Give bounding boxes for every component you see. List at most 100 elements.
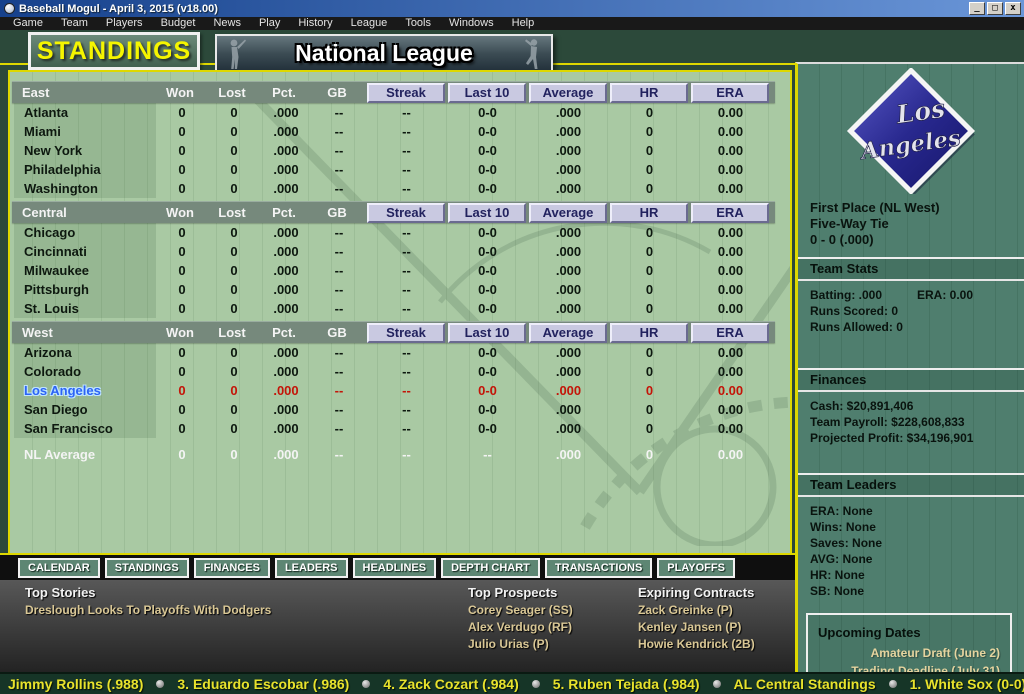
team-name[interactable]: San Francisco <box>14 419 156 438</box>
prospect-link[interactable]: Corey Seager (SS) <box>468 602 573 619</box>
standings-panel: East Won Lost Pct. GB Streak Last 10 Average HR E… <box>8 70 792 553</box>
stat-button-hr[interactable]: HR <box>610 202 688 223</box>
close-button[interactable]: x <box>1005 2 1021 15</box>
team-stat-value: 0 <box>230 282 238 297</box>
team-name[interactable]: Chicago <box>14 223 156 242</box>
menu-play[interactable]: Play <box>250 17 289 30</box>
team-stat-value: 0 <box>645 402 654 417</box>
tab-standings[interactable]: STANDINGS <box>104 557 189 578</box>
tab-leaders[interactable]: LEADERS <box>274 557 348 578</box>
menu-players[interactable]: Players <box>97 17 152 30</box>
team-name[interactable]: Los Angeles <box>14 381 156 400</box>
team-stat-value: -- <box>334 364 344 379</box>
tab-playoffs[interactable]: PLAYOFFS <box>657 557 735 578</box>
team-stat-value: 0.00 <box>717 263 744 278</box>
team-row-san-diego: San Diego 0 0 .000 -- -- 0-0 .000 0 0.00 <box>10 400 790 419</box>
team-stat-value: .000 <box>555 282 582 297</box>
team-stat-value: 0-0 <box>478 162 497 177</box>
ticker-item[interactable]: Jimmy Rollins (.988) <box>8 676 143 692</box>
column-header-pct-: Pct. <box>272 205 296 220</box>
stat-button-streak[interactable]: Streak <box>367 202 445 223</box>
stat-button-era[interactable]: ERA <box>691 202 769 223</box>
tab-depth-chart[interactable]: DEPTH CHART <box>441 557 540 578</box>
tab-headlines[interactable]: HEADLINES <box>352 557 437 578</box>
team-name[interactable]: San Diego <box>14 400 156 419</box>
team-name[interactable]: St. Louis <box>14 299 156 318</box>
team-stat-value: 0 <box>230 143 238 158</box>
contract-link[interactable]: Zack Greinke (P) <box>638 602 755 619</box>
ticker-item[interactable]: 1. White Sox (0-0) <box>910 676 1024 692</box>
team-stat-value: -- <box>402 383 411 398</box>
team-name[interactable]: Arizona <box>14 343 156 362</box>
news-ticker[interactable]: Jimmy Rollins (.988) 3. Eduardo Escobar (… <box>0 672 1024 694</box>
tab-finances[interactable]: FINANCES <box>193 557 270 578</box>
team-stat-value: 0 <box>178 263 186 278</box>
team-name[interactable]: New York <box>14 141 156 160</box>
team-name[interactable]: Miami <box>14 122 156 141</box>
team-name[interactable]: Cincinnati <box>14 242 156 261</box>
team-stat-value: -- <box>402 244 411 259</box>
menu-news[interactable]: News <box>204 17 250 30</box>
stat-button-average[interactable]: Average <box>529 82 607 103</box>
team-stat-value: -- <box>402 301 411 316</box>
team-name[interactable]: Atlanta <box>14 103 156 122</box>
tabs-strip: CALENDAR STANDINGS FINANCES LEADERS HEADLINE… <box>0 553 795 580</box>
league-banner[interactable]: National League <box>215 34 553 73</box>
team-stat-value: 0.00 <box>717 124 744 139</box>
stat-button-era[interactable]: ERA <box>691 322 769 343</box>
team-row-san-francisco: San Francisco 0 0 .000 -- -- 0-0 .000 0 0.00 <box>10 419 790 438</box>
tab-transactions[interactable]: TRANSACTIONS <box>544 557 653 578</box>
team-stat-value: 0-0 <box>478 301 497 316</box>
top-prospects-column: Top Prospects Corey Seager (SS) Alex Verd… <box>468 585 573 653</box>
menu-league[interactable]: League <box>342 17 397 30</box>
stat-button-hr[interactable]: HR <box>610 82 688 103</box>
maximize-button[interactable]: □ <box>987 2 1003 15</box>
average-row-label: NL Average <box>24 447 96 462</box>
menu-history[interactable]: History <box>289 17 341 30</box>
division-name-label: Central <box>22 205 67 220</box>
team-stat-value: 0.00 <box>717 143 744 158</box>
stat-button-average[interactable]: Average <box>529 322 607 343</box>
menu-windows[interactable]: Windows <box>440 17 503 30</box>
league-title: National League <box>295 40 473 66</box>
ticker-bullet-icon <box>362 680 371 688</box>
team-name[interactable]: Philadelphia <box>14 160 156 179</box>
ticker-item[interactable]: AL Central Standings <box>734 676 876 692</box>
stat-button-hr[interactable]: HR <box>610 322 688 343</box>
menu-tools[interactable]: Tools <box>396 17 440 30</box>
ticker-item[interactable]: 4. Zack Cozart (.984) <box>383 676 518 692</box>
division-name-label: West <box>22 325 53 340</box>
team-stat-value: 0-0 <box>478 421 497 436</box>
ticker-item[interactable]: 3. Eduardo Escobar (.986) <box>177 676 349 692</box>
stat-button-streak[interactable]: Streak <box>367 322 445 343</box>
story-link[interactable]: Dreslough Looks To Playoffs With Dodgers <box>25 602 271 619</box>
ticker-item[interactable]: 5. Ruben Tejada (.984) <box>553 676 700 692</box>
team-name[interactable]: Colorado <box>14 362 156 381</box>
tab-calendar[interactable]: CALENDAR <box>18 557 100 578</box>
division-east: East Won Lost Pct. GB Streak Last 10 Average HR E… <box>10 81 790 198</box>
team-name[interactable]: Washington <box>14 179 156 198</box>
contract-link[interactable]: Howie Kendrick (2B) <box>638 636 755 653</box>
prospect-link[interactable]: Julio Urias (P) <box>468 636 573 653</box>
team-stat-value: .000 <box>273 282 299 297</box>
minimize-button[interactable]: _ <box>969 2 985 15</box>
average-stat-value: .000 <box>555 447 582 462</box>
team-name[interactable]: Milwaukee <box>14 261 156 280</box>
stat-button-average[interactable]: Average <box>529 202 607 223</box>
menu-help[interactable]: Help <box>503 17 544 30</box>
team-stat-value: 0-0 <box>478 402 497 417</box>
menu-budget[interactable]: Budget <box>152 17 205 30</box>
team-stat-value: 0 <box>230 402 238 417</box>
team-stats-body: Batting: .000 ERA: 0.00 Runs Scored: 0 Ru… <box>798 281 1024 359</box>
stat-button-last-10[interactable]: Last 10 <box>448 322 526 343</box>
team-stat-value: -- <box>334 162 344 177</box>
team-name[interactable]: Pittsburgh <box>14 280 156 299</box>
stat-button-era[interactable]: ERA <box>691 82 769 103</box>
stat-button-last-10[interactable]: Last 10 <box>448 202 526 223</box>
menu-team[interactable]: Team <box>52 17 97 30</box>
stat-button-streak[interactable]: Streak <box>367 82 445 103</box>
stat-button-last-10[interactable]: Last 10 <box>448 82 526 103</box>
prospect-link[interactable]: Alex Verdugo (RF) <box>468 619 573 636</box>
menu-game[interactable]: Game <box>4 17 52 30</box>
contract-link[interactable]: Kenley Jansen (P) <box>638 619 755 636</box>
